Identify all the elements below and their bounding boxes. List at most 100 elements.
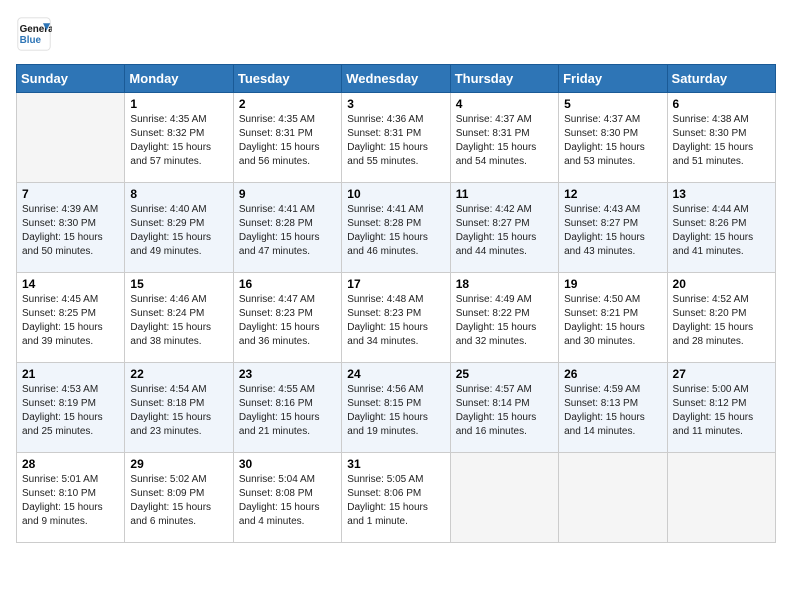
day-info: Sunrise: 4:53 AMSunset: 8:19 PMDaylight:… xyxy=(22,383,119,439)
day-number: 3 xyxy=(347,97,444,111)
day-info: Sunrise: 4:59 AMSunset: 8:13 PMDaylight:… xyxy=(564,383,661,439)
day-number: 16 xyxy=(239,277,336,291)
calendar-cell: 27 Sunrise: 5:00 AMSunset: 8:12 PMDayligh… xyxy=(667,363,775,453)
calendar-table: SundayMondayTuesdayWednesdayThursdayFrid… xyxy=(16,64,776,543)
column-header-thursday: Thursday xyxy=(450,65,558,93)
calendar-cell: 6 Sunrise: 4:38 AMSunset: 8:30 PMDaylight… xyxy=(667,93,775,183)
day-number: 14 xyxy=(22,277,119,291)
calendar-cell: 3 Sunrise: 4:36 AMSunset: 8:31 PMDaylight… xyxy=(342,93,450,183)
calendar-cell xyxy=(450,453,558,543)
day-info: Sunrise: 4:48 AMSunset: 8:23 PMDaylight:… xyxy=(347,293,444,349)
calendar-cell: 4 Sunrise: 4:37 AMSunset: 8:31 PMDaylight… xyxy=(450,93,558,183)
day-number: 18 xyxy=(456,277,553,291)
calendar-cell: 19 Sunrise: 4:50 AMSunset: 8:21 PMDayligh… xyxy=(559,273,667,363)
logo-icon: General Blue xyxy=(16,16,52,52)
day-info: Sunrise: 4:35 AMSunset: 8:31 PMDaylight:… xyxy=(239,113,336,169)
day-number: 27 xyxy=(673,367,770,381)
day-info: Sunrise: 4:41 AMSunset: 8:28 PMDaylight:… xyxy=(347,203,444,259)
day-number: 24 xyxy=(347,367,444,381)
day-info: Sunrise: 4:55 AMSunset: 8:16 PMDaylight:… xyxy=(239,383,336,439)
calendar-cell: 5 Sunrise: 4:37 AMSunset: 8:30 PMDaylight… xyxy=(559,93,667,183)
calendar-cell: 2 Sunrise: 4:35 AMSunset: 8:31 PMDaylight… xyxy=(233,93,341,183)
day-number: 7 xyxy=(22,187,119,201)
calendar-week-1: 1 Sunrise: 4:35 AMSunset: 8:32 PMDaylight… xyxy=(17,93,776,183)
day-info: Sunrise: 5:00 AMSunset: 8:12 PMDaylight:… xyxy=(673,383,770,439)
day-info: Sunrise: 4:36 AMSunset: 8:31 PMDaylight:… xyxy=(347,113,444,169)
calendar-cell: 23 Sunrise: 4:55 AMSunset: 8:16 PMDayligh… xyxy=(233,363,341,453)
day-number: 30 xyxy=(239,457,336,471)
day-info: Sunrise: 4:41 AMSunset: 8:28 PMDaylight:… xyxy=(239,203,336,259)
day-info: Sunrise: 4:39 AMSunset: 8:30 PMDaylight:… xyxy=(22,203,119,259)
calendar-cell xyxy=(559,453,667,543)
day-info: Sunrise: 5:01 AMSunset: 8:10 PMDaylight:… xyxy=(22,473,119,529)
calendar-cell: 17 Sunrise: 4:48 AMSunset: 8:23 PMDayligh… xyxy=(342,273,450,363)
day-info: Sunrise: 4:37 AMSunset: 8:31 PMDaylight:… xyxy=(456,113,553,169)
day-number: 17 xyxy=(347,277,444,291)
day-number: 28 xyxy=(22,457,119,471)
day-info: Sunrise: 4:56 AMSunset: 8:15 PMDaylight:… xyxy=(347,383,444,439)
calendar-cell: 24 Sunrise: 4:56 AMSunset: 8:15 PMDayligh… xyxy=(342,363,450,453)
day-info: Sunrise: 5:05 AMSunset: 8:06 PMDaylight:… xyxy=(347,473,444,529)
day-number: 26 xyxy=(564,367,661,381)
day-info: Sunrise: 4:47 AMSunset: 8:23 PMDaylight:… xyxy=(239,293,336,349)
day-number: 21 xyxy=(22,367,119,381)
calendar-week-5: 28 Sunrise: 5:01 AMSunset: 8:10 PMDayligh… xyxy=(17,453,776,543)
day-number: 31 xyxy=(347,457,444,471)
svg-text:Blue: Blue xyxy=(20,35,42,46)
day-number: 1 xyxy=(130,97,227,111)
day-number: 15 xyxy=(130,277,227,291)
day-info: Sunrise: 4:43 AMSunset: 8:27 PMDaylight:… xyxy=(564,203,661,259)
column-header-saturday: Saturday xyxy=(667,65,775,93)
column-header-monday: Monday xyxy=(125,65,233,93)
day-number: 9 xyxy=(239,187,336,201)
day-number: 22 xyxy=(130,367,227,381)
day-info: Sunrise: 4:44 AMSunset: 8:26 PMDaylight:… xyxy=(673,203,770,259)
calendar-cell: 8Sunrise: 4:40 AMSunset: 8:29 PMDaylight… xyxy=(125,183,233,273)
day-number: 29 xyxy=(130,457,227,471)
day-info: Sunrise: 4:46 AMSunset: 8:24 PMDaylight:… xyxy=(130,293,227,349)
day-number: 19 xyxy=(564,277,661,291)
calendar-cell: 12 Sunrise: 4:43 AMSunset: 8:27 PMDayligh… xyxy=(559,183,667,273)
calendar-cell: 25 Sunrise: 4:57 AMSunset: 8:14 PMDayligh… xyxy=(450,363,558,453)
day-number: 4 xyxy=(456,97,553,111)
calendar-cell: 11 Sunrise: 4:42 AMSunset: 8:27 PMDayligh… xyxy=(450,183,558,273)
day-info: Sunrise: 4:37 AMSunset: 8:30 PMDaylight:… xyxy=(564,113,661,169)
day-number: 12 xyxy=(564,187,661,201)
day-number: 11 xyxy=(456,187,553,201)
day-info: Sunrise: 4:42 AMSunset: 8:27 PMDaylight:… xyxy=(456,203,553,259)
calendar-cell: 14 Sunrise: 4:45 AMSunset: 8:25 PMDayligh… xyxy=(17,273,125,363)
day-info: Sunrise: 4:57 AMSunset: 8:14 PMDaylight:… xyxy=(456,383,553,439)
calendar-cell: 7 Sunrise: 4:39 AMSunset: 8:30 PMDaylight… xyxy=(17,183,125,273)
calendar-cell: 26 Sunrise: 4:59 AMSunset: 8:13 PMDayligh… xyxy=(559,363,667,453)
day-number: 23 xyxy=(239,367,336,381)
column-header-tuesday: Tuesday xyxy=(233,65,341,93)
logo: General Blue xyxy=(16,16,56,52)
day-info: Sunrise: 4:45 AMSunset: 8:25 PMDaylight:… xyxy=(22,293,119,349)
day-info: Sunrise: 4:54 AMSunset: 8:18 PMDaylight:… xyxy=(130,383,227,439)
calendar-cell xyxy=(667,453,775,543)
day-info: Sunrise: 4:50 AMSunset: 8:21 PMDaylight:… xyxy=(564,293,661,349)
day-info: Sunrise: 4:38 AMSunset: 8:30 PMDaylight:… xyxy=(673,113,770,169)
column-header-wednesday: Wednesday xyxy=(342,65,450,93)
day-info: Sunrise: 4:35 AMSunset: 8:32 PMDaylight:… xyxy=(130,113,227,169)
calendar-cell: 1 Sunrise: 4:35 AMSunset: 8:32 PMDaylight… xyxy=(125,93,233,183)
day-number: 10 xyxy=(347,187,444,201)
column-header-friday: Friday xyxy=(559,65,667,93)
page-header: General Blue xyxy=(16,16,776,52)
day-number: 8 xyxy=(130,187,227,201)
calendar-week-3: 14 Sunrise: 4:45 AMSunset: 8:25 PMDayligh… xyxy=(17,273,776,363)
day-number: 25 xyxy=(456,367,553,381)
day-info: Sunrise: 4:52 AMSunset: 8:20 PMDaylight:… xyxy=(673,293,770,349)
day-number: 5 xyxy=(564,97,661,111)
calendar-cell: 18Sunrise: 4:49 AMSunset: 8:22 PMDayligh… xyxy=(450,273,558,363)
day-number: 6 xyxy=(673,97,770,111)
calendar-cell: 13 Sunrise: 4:44 AMSunset: 8:26 PMDayligh… xyxy=(667,183,775,273)
day-number: 2 xyxy=(239,97,336,111)
calendar-cell xyxy=(17,93,125,183)
calendar-cell: 22 Sunrise: 4:54 AMSunset: 8:18 PMDayligh… xyxy=(125,363,233,453)
day-number: 13 xyxy=(673,187,770,201)
calendar-cell: 30Sunrise: 5:04 AMSunset: 8:08 PMDayligh… xyxy=(233,453,341,543)
calendar-cell: 10 Sunrise: 4:41 AMSunset: 8:28 PMDayligh… xyxy=(342,183,450,273)
calendar-cell: 21 Sunrise: 4:53 AMSunset: 8:19 PMDayligh… xyxy=(17,363,125,453)
calendar-cell: 15 Sunrise: 4:46 AMSunset: 8:24 PMDayligh… xyxy=(125,273,233,363)
